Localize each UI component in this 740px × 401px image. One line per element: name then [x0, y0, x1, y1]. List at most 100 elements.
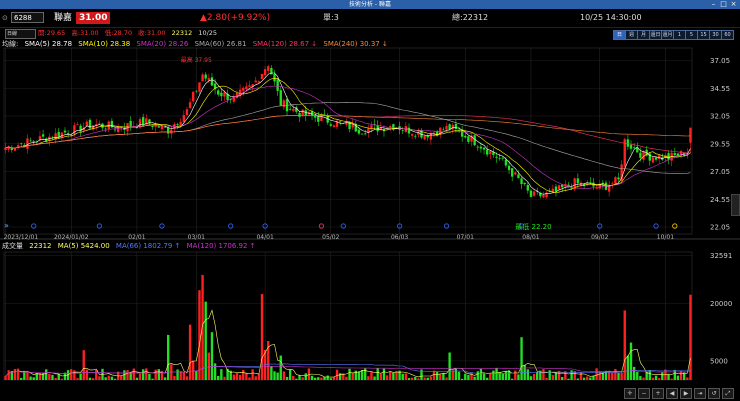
- candle-body: [451, 125, 454, 130]
- candle-body: [292, 108, 295, 111]
- volume-bar: [248, 377, 251, 380]
- candle-body: [489, 151, 492, 155]
- volume-bar: [276, 372, 279, 380]
- volume-bar: [654, 375, 658, 380]
- volume-bar: [395, 371, 398, 380]
- volume-bar: [667, 374, 670, 380]
- volume-bar: [179, 371, 182, 380]
- volume-bar: [210, 332, 214, 380]
- x-tick-label: 05/02: [322, 234, 339, 241]
- volume-bar: [570, 370, 573, 380]
- candle-body: [657, 155, 661, 159]
- candle-body: [76, 124, 79, 125]
- candle-body: [542, 195, 545, 198]
- x-tick-label: 10/01: [657, 234, 674, 241]
- volume-bar: [113, 378, 117, 380]
- event-marker-icon: [653, 223, 659, 229]
- volume-bar: [129, 372, 132, 380]
- candle-body: [79, 125, 82, 132]
- candle-body: [611, 183, 614, 185]
- volume-bar: [492, 370, 495, 380]
- volume-bar: [501, 373, 504, 380]
- volume-bar: [16, 368, 20, 380]
- volume-bar: [586, 376, 589, 380]
- volume-bar: [91, 378, 95, 380]
- end-icon[interactable]: ⇥: [694, 388, 706, 399]
- event-marker-icon: [443, 223, 450, 229]
- scroll-left-icon[interactable]: »: [4, 221, 9, 230]
- candle-body: [260, 73, 264, 80]
- volume-bar: [567, 378, 570, 380]
- volume-bar: [689, 294, 692, 380]
- candle-body: [426, 135, 429, 138]
- volume-bar: [213, 363, 217, 380]
- volume-bar: [45, 369, 48, 380]
- candle-body: [554, 186, 558, 192]
- volume-bar: [163, 377, 167, 380]
- volume-bar: [407, 378, 411, 380]
- volume-bar: [589, 377, 592, 380]
- volume-bar: [326, 375, 329, 380]
- candle-body: [498, 158, 501, 159]
- volume-bar: [673, 369, 676, 380]
- candle-body: [507, 165, 511, 171]
- chart-scroll-handle[interactable]: [731, 194, 740, 216]
- price-volume-chart[interactable]: 2023/12/01 2024/01/02 02/01 03/01 04/01 05/02…: [0, 0, 740, 401]
- candle-body: [263, 69, 267, 76]
- x-tick-label: 2024/01/02: [54, 234, 89, 241]
- volume-bar: [454, 368, 458, 380]
- volume-bar: [379, 373, 383, 380]
- scroll-back-icon[interactable]: ◀: [666, 388, 678, 399]
- candle-body: [532, 191, 536, 196]
- volume-bar: [467, 374, 470, 380]
- volume-bar: [198, 290, 201, 380]
- volume-bar: [545, 377, 548, 380]
- candle-body: [276, 79, 279, 91]
- fullscreen-icon[interactable]: ⤢: [722, 388, 734, 399]
- candle-body: [589, 182, 592, 184]
- volume-bar: [510, 378, 514, 380]
- volume-bar: [110, 376, 114, 380]
- event-marker-icon: [159, 223, 165, 229]
- volume-bar: [373, 376, 376, 380]
- reset-icon[interactable]: ↺: [708, 388, 720, 399]
- volume-bar: [686, 377, 689, 380]
- volume-bar: [176, 369, 179, 380]
- volume-bar: [29, 376, 32, 380]
- volume-bar: [473, 376, 476, 380]
- candle-body: [476, 146, 479, 148]
- volume-axis-label: 5000: [710, 357, 728, 365]
- volume-bar: [157, 369, 160, 380]
- candle-body: [636, 147, 639, 153]
- volume-bar: [338, 373, 342, 380]
- volume-bar: [26, 370, 29, 380]
- volume-bar: [551, 375, 555, 380]
- event-marker-icon: [96, 223, 102, 229]
- candle-body: [495, 156, 498, 158]
- sma60-line: [5, 102, 691, 174]
- volume-bar: [135, 377, 139, 380]
- volume-bar: [285, 376, 289, 380]
- zoom-out-icon[interactable]: −: [638, 388, 650, 399]
- x-tick-label: 08/01: [522, 234, 539, 241]
- candle-body: [248, 85, 251, 87]
- zoom-in-icon[interactable]: +: [652, 388, 664, 399]
- volume-bar: [232, 374, 236, 380]
- volume-bar: [676, 375, 680, 380]
- volume-bar: [529, 376, 533, 380]
- scroll-forward-icon[interactable]: ▶: [680, 388, 692, 399]
- volume-bar: [670, 378, 673, 380]
- volume-bar: [313, 377, 317, 380]
- volume-bar: [292, 375, 295, 380]
- volume-bar: [401, 373, 404, 380]
- volume-bar: [13, 369, 17, 380]
- volume-bar: [460, 378, 464, 380]
- crosshair-tool-icon[interactable]: ✛: [624, 388, 636, 399]
- volume-bar: [182, 372, 186, 380]
- volume-bar: [7, 370, 10, 380]
- volume-bar: [166, 334, 170, 380]
- candle-body: [13, 147, 17, 151]
- candle-body: [517, 174, 520, 179]
- volume-bar: [435, 371, 439, 380]
- candle-body: [182, 115, 186, 123]
